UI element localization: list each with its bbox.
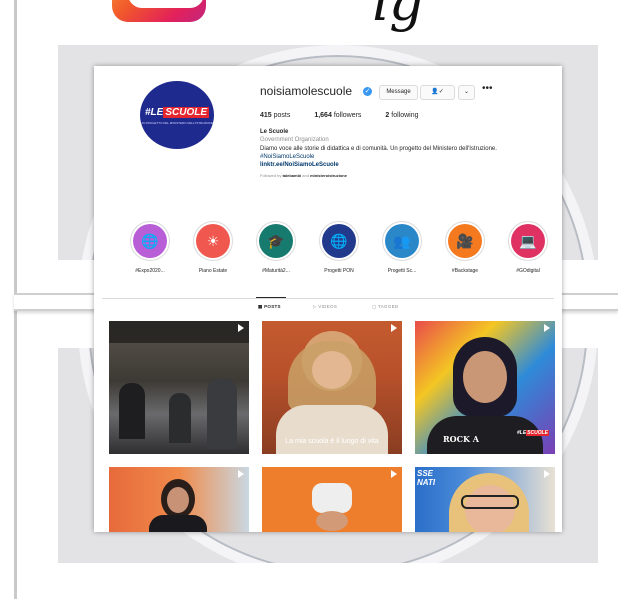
bio-text: Diamo voce alle storie di didattica e di… bbox=[260, 145, 497, 160]
followers-stat[interactable]: 1,664 followers bbox=[314, 112, 361, 119]
highlight-piano-estate[interactable]: ☀ Piano Estate bbox=[183, 221, 243, 274]
profile-bio: Le Scuole Government Organization Diamo … bbox=[260, 128, 550, 181]
post-thumbnail[interactable] bbox=[109, 467, 249, 532]
reel-icon bbox=[544, 470, 550, 478]
highlight-progetti-pon[interactable]: 🌐 Progetti PON bbox=[309, 221, 369, 274]
tab-videos[interactable]: ▷ VIDEOS bbox=[313, 304, 337, 310]
following-button[interactable]: 👤✓ bbox=[420, 85, 455, 100]
profile-username: noisiamolescuole bbox=[260, 84, 353, 98]
highlight-maturita[interactable]: 🎓 #Maturità2... bbox=[246, 221, 306, 274]
profile-category: Government Organization bbox=[260, 137, 329, 144]
highlight-label: Progetti Sc... bbox=[387, 268, 417, 274]
instagram-logo-icon bbox=[112, 0, 206, 22]
more-options-icon[interactable]: ••• bbox=[482, 83, 493, 94]
people-icon: 👥 bbox=[385, 224, 419, 258]
tab-tagged[interactable]: ▢ TAGGED bbox=[372, 304, 399, 310]
profile-stats: 415 posts 1,664 followers 2 following bbox=[260, 112, 441, 119]
verified-badge-icon: ✓ bbox=[363, 87, 372, 96]
globe-icon: 🌐 bbox=[133, 224, 167, 258]
bio-link[interactable]: linktr.ee/NoiSiamoLeScuole bbox=[260, 161, 550, 169]
highlight-label: Progetti PON bbox=[324, 268, 354, 274]
sun-icon: ☀ bbox=[196, 224, 230, 258]
bio-hashtag[interactable]: #NoiSiamoLeScuole bbox=[260, 154, 314, 160]
laptop-icon: 💻 bbox=[511, 224, 545, 258]
highlight-expo[interactable]: 🌐 #Expo2020... bbox=[120, 221, 180, 274]
posts-stat: 415 posts bbox=[260, 112, 291, 119]
reel-icon bbox=[391, 324, 397, 332]
globe-network-icon: 🌐 bbox=[322, 224, 356, 258]
avatar-logo-text: #LE SCUOLE bbox=[144, 107, 209, 118]
highlight-backstage[interactable]: 🎥 #Backstage bbox=[435, 221, 495, 274]
post-thumbnail[interactable] bbox=[262, 467, 402, 532]
post-thumbnail[interactable]: ROCK A #LESCUOLE bbox=[415, 321, 555, 454]
avatar-subtitle: UN PROGETTO DEL MINISTERO DELL'ISTRUZION… bbox=[140, 121, 214, 125]
post-overlay-text: SSE NATI bbox=[417, 469, 436, 487]
highlight-label: #GOdigital bbox=[516, 268, 540, 274]
reel-icon bbox=[238, 470, 244, 478]
message-button[interactable]: Message bbox=[379, 85, 418, 100]
highlight-progetti-sc[interactable]: 👥 Progetti Sc... bbox=[372, 221, 432, 274]
post-caption: La mia scuola è il luogo di vita bbox=[285, 438, 379, 445]
profile-name: Le Scuole bbox=[260, 129, 289, 135]
post-badge: #LESCUOLE bbox=[516, 430, 549, 436]
avatar[interactable]: #LE SCUOLE UN PROGETTO DEL MINISTERO DELL… bbox=[140, 81, 214, 149]
highlight-label: Piano Estate bbox=[198, 268, 228, 274]
video-camera-icon: 🎥 bbox=[448, 224, 482, 258]
reel-icon bbox=[544, 324, 550, 332]
post-thumbnail[interactable]: SSE NATI bbox=[415, 467, 555, 532]
highlight-label: #Backstage bbox=[451, 268, 479, 274]
highlight-label: #Maturità2... bbox=[262, 268, 290, 274]
following-stat[interactable]: 2 following bbox=[385, 112, 418, 119]
tabs-divider bbox=[102, 298, 554, 299]
highlight-godigital[interactable]: 💻 #GOdigital bbox=[498, 221, 558, 274]
highlight-label: #Expo2020... bbox=[135, 268, 165, 274]
post-thumbnail[interactable] bbox=[109, 321, 249, 454]
post-thumbnail[interactable]: La mia scuola è il luogo di vita bbox=[262, 321, 402, 454]
active-tab-indicator bbox=[256, 297, 286, 298]
instagram-profile-screenshot: #LE SCUOLE UN PROGETTO DEL MINISTERO DELL… bbox=[94, 66, 562, 532]
reel-icon bbox=[391, 470, 397, 478]
shirt-text: ROCK A bbox=[443, 434, 479, 444]
instagram-wordmark: ig bbox=[372, 0, 424, 33]
suggested-chevron-button[interactable]: ⌄ bbox=[458, 85, 475, 100]
reel-icon bbox=[238, 324, 244, 332]
tab-posts[interactable]: ▦ POSTS bbox=[258, 304, 281, 310]
graduation-cap-icon: 🎓 bbox=[259, 224, 293, 258]
followed-by: Followed by talebambi and ministeroistru… bbox=[260, 173, 347, 179]
